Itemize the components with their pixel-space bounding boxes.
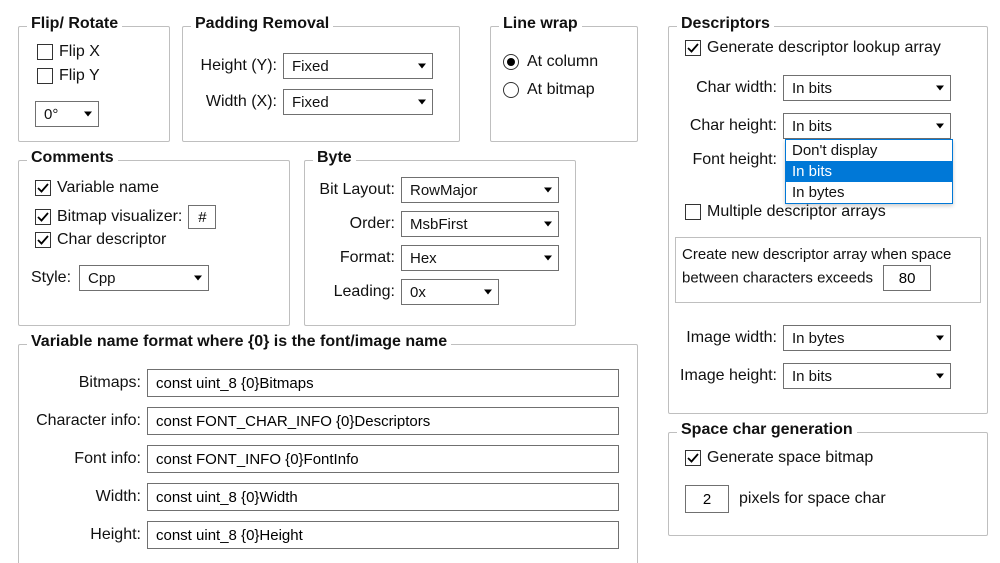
check-icon <box>35 180 51 196</box>
label-char-height: Char height: <box>675 117 783 135</box>
group-title-var-format: Variable name format where {0} is the fo… <box>27 333 451 351</box>
chevron-down-icon <box>544 256 552 261</box>
group-title-line-wrap: Line wrap <box>499 15 582 33</box>
label-font-height: Font height: <box>675 151 783 169</box>
label-height-fmt: Height: <box>25 526 147 544</box>
chevron-down-icon <box>84 112 92 117</box>
label-space-px: pixels for space char <box>739 490 886 508</box>
label-create-text: Create new descriptor array when space b… <box>682 244 974 291</box>
chevron-down-icon <box>544 188 552 193</box>
label-bit-layout: Bit Layout: <box>311 181 401 199</box>
group-flip-rotate: Flip/ Rotate Flip X Flip Y 0° <box>18 26 170 142</box>
input-charinfo-format[interactable] <box>147 407 619 435</box>
dropdown-popup-char-height: Don't display In bits In bytes <box>785 139 953 204</box>
combo-image-width[interactable]: In bytes <box>783 325 951 351</box>
input-bitmaps-format[interactable] <box>147 369 619 397</box>
checkbox-char-descriptor[interactable]: Char descriptor <box>35 231 166 249</box>
checkbox-gen-lookup[interactable]: Generate descriptor lookup array <box>685 39 941 57</box>
group-title-padding: Padding Removal <box>191 15 333 33</box>
chevron-down-icon <box>418 64 426 69</box>
group-padding-removal: Padding Removal Height (Y): Fixed Width … <box>182 26 460 142</box>
panel-create-descriptor: Create new descriptor array when space b… <box>675 237 981 303</box>
chevron-down-icon <box>936 86 944 91</box>
combo-leading[interactable]: 0x <box>401 279 499 305</box>
chevron-down-icon <box>936 374 944 379</box>
combo-padding-width[interactable]: Fixed <box>283 89 433 115</box>
checkbox-variable-name[interactable]: Variable name <box>35 179 159 197</box>
combo-bit-layout[interactable]: RowMajor <box>401 177 559 203</box>
input-exceed-value[interactable] <box>883 265 931 291</box>
group-space-char: Space char generation Generate space bit… <box>668 432 988 536</box>
label-char-info: Character info: <box>25 412 147 430</box>
input-visualizer-char[interactable] <box>188 205 216 229</box>
label-leading: Leading: <box>311 283 401 301</box>
checkbox-gen-space-bitmap[interactable]: Generate space bitmap <box>685 449 873 467</box>
checkbox-flip-x[interactable]: Flip X <box>37 43 100 61</box>
group-title-byte: Byte <box>313 149 356 167</box>
label-order: Order: <box>311 215 401 233</box>
chevron-down-icon <box>544 222 552 227</box>
combo-char-height[interactable]: In bits <box>783 113 951 139</box>
dropdown-item-dont-display[interactable]: Don't display <box>786 140 952 161</box>
square-icon <box>37 44 53 60</box>
checkbox-bitmap-visualizer[interactable]: Bitmap visualizer: <box>35 208 182 226</box>
combo-char-width[interactable]: In bits <box>783 75 951 101</box>
group-title-descriptors: Descriptors <box>677 15 774 33</box>
label-bitmaps: Bitmaps: <box>25 374 147 392</box>
label-image-width: Image width: <box>675 329 783 347</box>
checkbox-multi-descriptor[interactable]: Multiple descriptor arrays <box>685 203 886 221</box>
group-title-space-char: Space char generation <box>677 421 857 439</box>
label-char-width: Char width: <box>675 79 783 97</box>
group-title-comments: Comments <box>27 149 118 167</box>
input-height-format[interactable] <box>147 521 619 549</box>
group-descriptors: Descriptors Generate descriptor lookup a… <box>668 26 988 414</box>
chevron-down-icon <box>936 336 944 341</box>
label-format: Format: <box>311 249 401 267</box>
radio-icon <box>503 54 519 70</box>
combo-image-height[interactable]: In bits <box>783 363 951 389</box>
label-width-x: Width (X): <box>193 93 283 111</box>
chevron-down-icon <box>936 124 944 129</box>
chevron-down-icon <box>418 100 426 105</box>
chevron-down-icon <box>484 290 492 295</box>
label-width-fmt: Width: <box>25 488 147 506</box>
chevron-down-icon <box>194 276 202 281</box>
square-icon <box>685 204 701 220</box>
checkbox-flip-y[interactable]: Flip Y <box>37 67 100 85</box>
combo-padding-height[interactable]: Fixed <box>283 53 433 79</box>
group-line-wrap: Line wrap At column At bitmap <box>490 26 638 142</box>
combo-format[interactable]: Hex <box>401 245 559 271</box>
combo-style[interactable]: Cpp <box>79 265 209 291</box>
combo-rotate-angle[interactable]: 0° <box>35 101 99 127</box>
check-icon <box>685 40 701 56</box>
input-fontinfo-format[interactable] <box>147 445 619 473</box>
check-icon <box>35 232 51 248</box>
label-font-info: Font info: <box>25 450 147 468</box>
dropdown-item-in-bytes[interactable]: In bytes <box>786 182 952 203</box>
group-byte: Byte Bit Layout: RowMajor Order: MsbFirs… <box>304 160 576 326</box>
label-image-height: Image height: <box>675 367 783 385</box>
input-space-px[interactable] <box>685 485 729 513</box>
label-style: Style: <box>31 269 79 287</box>
square-icon <box>37 68 53 84</box>
combo-order[interactable]: MsbFirst <box>401 211 559 237</box>
radio-icon <box>503 82 519 98</box>
dropdown-item-in-bits[interactable]: In bits <box>786 161 952 182</box>
group-title-flip-rotate: Flip/ Rotate <box>27 15 122 33</box>
check-icon <box>35 209 51 225</box>
radio-at-column[interactable]: At column <box>503 53 598 71</box>
group-comments: Comments Variable name Bitmap visualizer… <box>18 160 290 326</box>
radio-at-bitmap[interactable]: At bitmap <box>503 81 595 99</box>
input-width-format[interactable] <box>147 483 619 511</box>
check-icon <box>685 450 701 466</box>
label-height-y: Height (Y): <box>193 57 283 75</box>
group-var-format: Variable name format where {0} is the fo… <box>18 344 638 563</box>
